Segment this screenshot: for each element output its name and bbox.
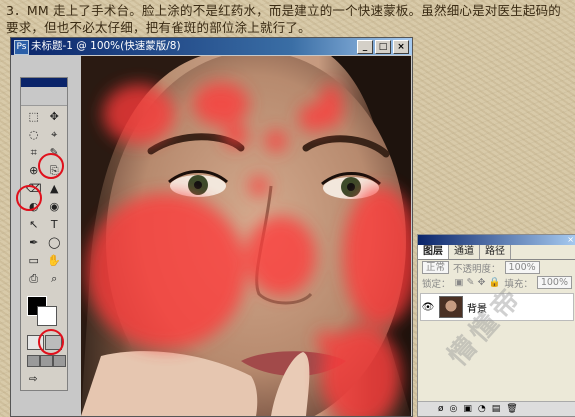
hand-tool[interactable]: ✋ — [45, 252, 65, 269]
blend-mode-select[interactable]: 正常 — [422, 261, 450, 274]
trash-icon[interactable]: 🗑 — [506, 402, 517, 416]
dodge-tool[interactable]: ◉ — [45, 198, 65, 215]
minimize-button[interactable]: _ — [357, 40, 373, 54]
link-icon[interactable]: ø — [438, 402, 444, 416]
tab-channels[interactable]: 通道 — [449, 245, 480, 259]
tab-layers[interactable]: 图层 — [418, 245, 449, 259]
close-icon[interactable]: × — [567, 235, 574, 245]
notes-tool[interactable]: ▭ — [24, 252, 44, 269]
mask-icon[interactable]: ▣ — [463, 402, 472, 416]
photoshop-icon: Ps — [14, 40, 29, 55]
layers-bottom-bar: ø ◎ ▣ ◔ ▤ 🗑 — [418, 401, 575, 416]
layer-thumbnail — [439, 296, 463, 318]
toolbox-titlebar[interactable] — [21, 78, 67, 87]
document-window: Ps 未标题-1 @ 100%(快速蒙版/8) _ □ × — [10, 37, 413, 417]
shape-tool[interactable]: ◯ — [45, 234, 65, 251]
magic-wand-tool[interactable]: ⌖ — [45, 126, 65, 143]
layer-style-icon[interactable]: ◎ — [450, 402, 458, 416]
jump-to-imageready-button[interactable]: ⇨ — [29, 374, 57, 386]
layers-titlebar[interactable]: × — [418, 235, 575, 245]
screen-mode-full-menu-button[interactable] — [40, 355, 53, 367]
lock-label: 锁定： — [422, 278, 451, 290]
adobe-feather-icon — [21, 87, 67, 106]
new-layer-icon[interactable]: ▤ — [492, 402, 501, 416]
zoom-tool[interactable]: ⌕ — [45, 270, 65, 287]
eraser-tool-highlight-ring — [16, 185, 42, 211]
document-title: 未标题-1 @ 100%(快速蒙版/8) — [31, 40, 181, 52]
photo-canvas[interactable] — [81, 56, 411, 416]
type-tool[interactable]: T — [45, 216, 65, 233]
pen-tool[interactable]: ✒ — [24, 234, 44, 251]
adjustment-icon[interactable]: ◔ — [478, 402, 486, 416]
eyedropper-tool[interactable]: ⎙ — [24, 270, 44, 287]
panel-tabs: 图层 通道 路径 — [418, 245, 575, 260]
portrait-image — [81, 56, 411, 416]
eye-icon[interactable]: 👁 — [421, 302, 435, 313]
opacity-label: 不透明度： — [453, 263, 501, 275]
move-tool[interactable]: ✥ — [45, 108, 65, 125]
tab-paths[interactable]: 路径 — [480, 245, 511, 259]
maximize-button[interactable]: □ — [375, 40, 391, 54]
screen-mode-full-button[interactable] — [53, 355, 66, 367]
tutorial-caption: 3．MM 走上了手术台。脸上涂的不是红药水，而是建立的一个快速蒙板。虽然细心是对… — [6, 3, 561, 35]
gradient-tool[interactable]: ▲ — [45, 180, 65, 197]
close-button[interactable]: × — [393, 40, 409, 54]
document-titlebar[interactable]: Ps 未标题-1 @ 100%(快速蒙版/8) _ □ × — [11, 38, 412, 55]
marquee-tool[interactable]: ⬚ — [24, 108, 44, 125]
lasso-tool[interactable]: ◌ — [24, 126, 44, 143]
background-color-swatch[interactable] — [37, 306, 57, 326]
screen-mode-standard-button[interactable] — [27, 355, 40, 367]
path-select-tool[interactable]: ↖ — [24, 216, 44, 233]
quick-mask-highlight-ring — [38, 329, 64, 355]
brush-tool-highlight-ring — [38, 153, 64, 179]
